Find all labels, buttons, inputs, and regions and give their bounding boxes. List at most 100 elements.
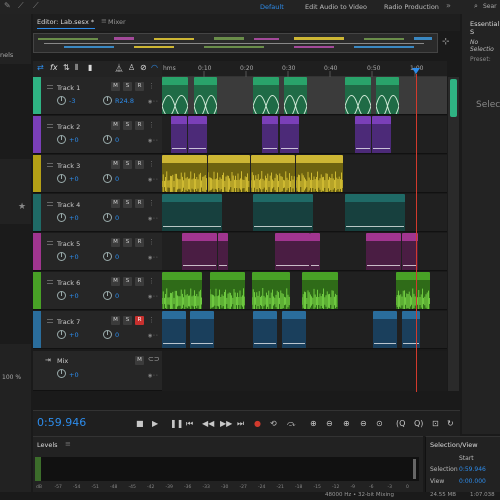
audio-clip[interactable]: Tr...	[296, 155, 343, 192]
pan-value[interactable]: 0	[115, 292, 119, 300]
audio-clip[interactable]: Smoke	[275, 233, 310, 270]
track-menu-icon[interactable]: ⋮	[148, 316, 155, 324]
grip-icon[interactable]	[47, 85, 53, 89]
track-name[interactable]: Track 2	[57, 123, 80, 131]
workspace-radio-production[interactable]: Radio Production	[384, 3, 439, 11]
record-arm-button[interactable]: R	[135, 277, 144, 286]
track-header[interactable]: Track 3 M S R ⋮ +0 0 ◉◦◦	[33, 155, 162, 193]
volume-value[interactable]: +0	[69, 331, 79, 339]
grip-icon[interactable]	[47, 124, 53, 128]
track-lane[interactable]: Tr... Tr... Tr... Tr...	[162, 155, 447, 193]
star-icon[interactable]: ★	[18, 202, 26, 212]
audio-clip[interactable]: Pencil scratching	[162, 194, 222, 231]
mix-mute-button[interactable]: M	[135, 356, 144, 365]
refresh-button[interactable]: ↻	[447, 419, 454, 428]
audio-clip[interactable]: Unti...	[280, 116, 299, 153]
lasso-icon[interactable]: ⟋	[33, 1, 39, 11]
zoom-to-selection-icon[interactable]: ⊹	[442, 37, 450, 47]
audio-clip[interactable]: Digi...	[262, 116, 278, 153]
audio-clip[interactable]: Tr...	[282, 311, 306, 348]
audio-clip[interactable]: D...	[194, 77, 217, 114]
track-header[interactable]: Track 1 M S R ⋮ -3 R24.8 ◉◦◦	[33, 77, 162, 115]
audio-clip[interactable]: Tr...	[251, 155, 295, 192]
track-menu-icon[interactable]: ⋮	[148, 238, 155, 246]
zoom-out-amp-button[interactable]: ⊖	[326, 419, 333, 428]
pause-button[interactable]: ❚❚	[170, 419, 183, 428]
record-arm-button[interactable]: R	[135, 199, 144, 208]
pan-knob[interactable]	[103, 252, 112, 261]
track-lane[interactable]: Pencil scratching Pencil scratching Pencil…	[162, 194, 447, 232]
zoom-selection-right-button[interactable]: Q)	[414, 419, 423, 428]
track-menu-icon[interactable]: ⋮	[148, 121, 155, 129]
audio-clip[interactable]: Tr...	[253, 311, 277, 348]
io-icon[interactable]: ◉◦◦	[148, 216, 158, 222]
workspace-default[interactable]: Default	[260, 3, 284, 11]
grip-icon[interactable]	[47, 202, 53, 206]
swap-icon[interactable]: ⇄	[37, 63, 44, 72]
track-name[interactable]: Track 5	[57, 240, 80, 248]
track-header[interactable]: Track 2 M S R ⋮ +0 0 ◉◦◦	[33, 116, 162, 154]
fast-forward-button[interactable]: ▶▶	[220, 419, 232, 428]
mix-io-icon[interactable]: ◉◦◦	[148, 373, 158, 379]
volume-value[interactable]: +0	[69, 175, 79, 183]
play-button[interactable]: ▶	[152, 419, 158, 428]
mix-volume-value[interactable]: +0	[69, 371, 79, 379]
audio-clip[interactable]: Pencil scratching	[345, 194, 405, 231]
audio-clip[interactable]: D...	[253, 77, 279, 114]
track-lane[interactable]: windy... windy... windy...	[162, 272, 447, 310]
record-arm-button[interactable]: R	[135, 238, 144, 247]
record-arm-button[interactable]: R	[135, 160, 144, 169]
solo-button[interactable]: S	[123, 121, 132, 130]
tab-editor[interactable]: Editor: Lab.sesx *	[37, 18, 94, 26]
pan-knob[interactable]	[103, 213, 112, 222]
track-menu-icon[interactable]: ⋮	[148, 199, 155, 207]
track-name[interactable]: Track 4	[57, 201, 80, 209]
audio-clip[interactable]: windy...	[210, 272, 245, 309]
solo-button[interactable]: S	[123, 238, 132, 247]
rewind-button[interactable]: ◀◀	[202, 419, 214, 428]
mute-button[interactable]: M	[111, 82, 120, 91]
audio-clip[interactable]: Pencil scratching	[253, 194, 313, 231]
stop-button[interactable]: ■	[136, 419, 144, 428]
fx-icon[interactable]: fx	[50, 63, 58, 72]
zoom-tracks-button[interactable]: ⊡	[432, 419, 439, 428]
track-lane[interactable]: D... D... D... D... D... D...	[162, 77, 447, 115]
volume-knob[interactable]	[57, 213, 66, 222]
audio-clip[interactable]: D...	[345, 77, 371, 114]
zoom-in-amp-button[interactable]: ⊕	[310, 419, 317, 428]
pan-value[interactable]: 0	[115, 253, 119, 261]
mix-track-header[interactable]: ⇥ Mix M ⊂⊃ +0 ◉◦◦	[33, 351, 162, 391]
pan-knob[interactable]	[103, 330, 112, 339]
solo-button[interactable]: S	[123, 277, 132, 286]
record-arm-button[interactable]: R	[135, 121, 144, 130]
audio-clip[interactable]: Pan	[310, 233, 320, 270]
sends-icon[interactable]: ⇅	[63, 63, 70, 72]
current-time[interactable]: 0:59.946	[37, 416, 86, 429]
audio-clip[interactable]: Smoke	[366, 233, 401, 270]
pan-value[interactable]: 0	[115, 214, 119, 222]
audio-clip[interactable]: Tr...	[402, 311, 420, 348]
track-name[interactable]: Track 6	[57, 279, 80, 287]
loop-button[interactable]: ⟲	[270, 419, 277, 428]
pan-knob[interactable]	[103, 96, 112, 105]
grip-icon[interactable]	[47, 280, 53, 284]
selection-start-value[interactable]: 0:59.946	[459, 466, 486, 473]
audio-clip[interactable]: D...	[376, 77, 399, 114]
pan-value[interactable]: 0	[115, 331, 119, 339]
audio-clip[interactable]: Tr...	[208, 155, 250, 192]
grip-icon[interactable]	[47, 163, 53, 167]
headphones-icon[interactable]: ◠	[151, 63, 158, 72]
go-to-start-button[interactable]: ⏮	[186, 419, 193, 429]
tab-mixer[interactable]: Mixer	[108, 18, 126, 26]
workspace-edit-audio-to-video[interactable]: Edit Audio to Video	[305, 3, 367, 11]
eq-icon[interactable]: ⫴	[75, 63, 78, 73]
brush-icon[interactable]: ⟋	[18, 1, 24, 11]
zoom-out-time-button[interactable]: ⊖	[360, 419, 367, 428]
grip-icon[interactable]	[47, 319, 53, 323]
audio-clip[interactable]: D...	[284, 77, 307, 114]
track-header[interactable]: Track 5 M S R ⋮ +0 0 ◉◦◦	[33, 233, 162, 271]
volume-knob[interactable]	[57, 135, 66, 144]
mix-link-icon[interactable]: ⊂⊃	[148, 355, 160, 363]
audio-clip[interactable]: D...	[162, 77, 188, 114]
audio-clip[interactable]: Pan	[218, 233, 228, 270]
